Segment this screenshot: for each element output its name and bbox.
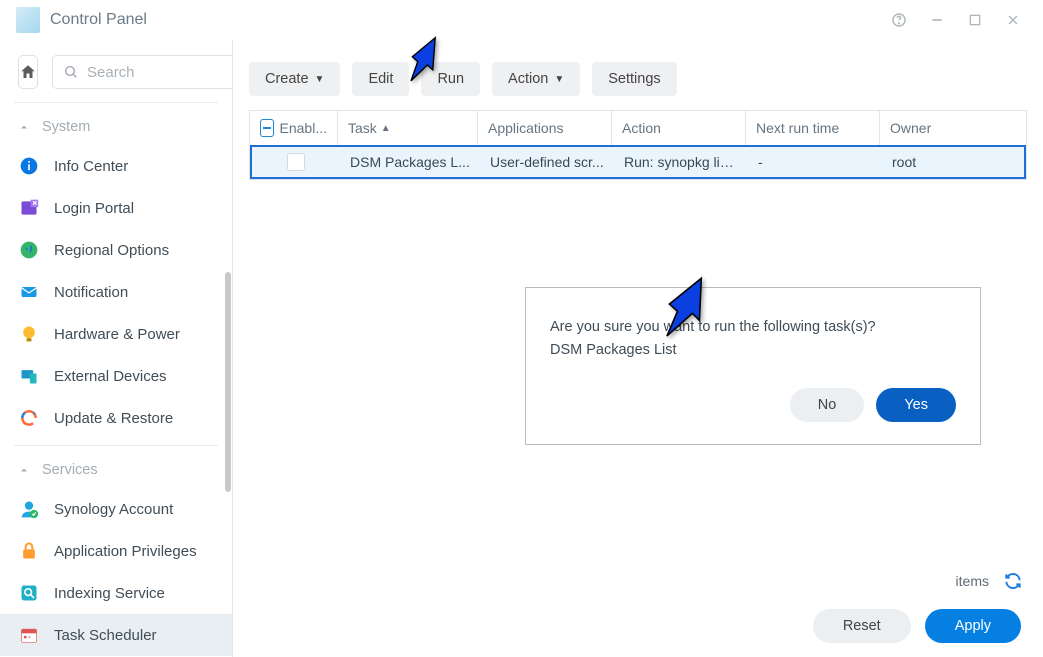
sidebar-item-task-scheduler[interactable]: Task Scheduler [0,614,232,656]
select-all-checkbox[interactable] [260,119,274,137]
action-button[interactable]: Action▼ [492,62,580,96]
chevron-down-icon: ▼ [315,74,325,85]
chevron-down-icon: ▼ [554,74,564,85]
run-button[interactable]: Run [421,62,480,96]
settings-button[interactable]: Settings [592,62,676,96]
item-count: items [956,571,1023,591]
edit-button[interactable]: Edit [352,62,409,96]
indexing-icon [18,582,40,604]
bulb-icon [18,323,40,345]
home-button[interactable] [18,55,38,89]
table-header: Enabl... Task▲ Applications Action Next … [250,111,1026,145]
dialog-message: Are you sure you want to run the followi… [550,316,956,339]
toolbar: Create▼ Edit Run Action▼ Settings [233,40,1043,110]
column-action[interactable]: Action [612,111,746,145]
sidebar-scrollbar[interactable] [225,272,231,492]
sidebar-item-indexing-service[interactable]: Indexing Service [0,572,232,614]
table-row[interactable]: DSM Packages L... User-defined scr... Ru… [250,145,1026,179]
group-services-header[interactable]: Services [0,452,232,488]
refresh-button[interactable] [1003,571,1023,591]
cell-action: Run: synopkg lis... [614,154,748,170]
sidebar-item-regional-options[interactable]: Regional Options [0,229,232,271]
sort-asc-icon: ▲ [381,123,391,134]
task-table: Enabl... Task▲ Applications Action Next … [249,110,1027,180]
sidebar-item-info-center[interactable]: Info Center [0,145,232,187]
reset-button[interactable]: Reset [813,609,911,643]
confirm-dialog: Are you sure you want to run the followi… [525,287,981,445]
app-icon [16,7,40,33]
titlebar: Control Panel [0,0,1043,40]
maximize-button[interactable] [961,6,989,34]
create-button[interactable]: Create▼ [249,62,340,96]
minimize-button[interactable] [923,6,951,34]
search-input[interactable] [52,55,233,89]
sidebar: System Info Center Login Portal Regional… [0,40,233,657]
sidebar-item-external-devices[interactable]: External Devices [0,355,232,397]
dialog-yes-button[interactable]: Yes [876,388,956,422]
close-button[interactable] [999,6,1027,34]
column-next-run-time[interactable]: Next run time [746,111,880,145]
dialog-task-name: DSM Packages List [550,339,956,362]
cell-owner: root [882,154,1024,170]
apply-button[interactable]: Apply [925,609,1021,643]
notification-icon [18,281,40,303]
content-area: Create▼ Edit Run Action▼ Settings Enabl.… [233,40,1043,657]
column-owner[interactable]: Owner [880,111,1026,145]
help-button[interactable] [885,6,913,34]
group-system-header[interactable]: System [0,109,232,145]
sidebar-item-hardware-power[interactable]: Hardware & Power [0,313,232,355]
sidebar-item-application-privileges[interactable]: Application Privileges [0,530,232,572]
info-icon [18,155,40,177]
column-task[interactable]: Task▲ [338,111,478,145]
chevron-up-icon [18,121,30,133]
window-title: Control Panel [50,11,147,29]
sidebar-item-notification[interactable]: Notification [0,271,232,313]
globe-icon [18,239,40,261]
column-enabled[interactable]: Enabl... [250,111,338,145]
devices-icon [18,365,40,387]
sidebar-item-update-restore[interactable]: Update & Restore [0,397,232,439]
calendar-icon [18,624,40,646]
update-icon [18,407,40,429]
dialog-no-button[interactable]: No [790,388,865,422]
lock-icon [18,540,40,562]
login-portal-icon [18,197,40,219]
chevron-up-icon [18,464,30,476]
cell-next-run: - [748,154,882,170]
cell-task: DSM Packages L... [340,154,480,170]
sidebar-item-synology-account[interactable]: Synology Account [0,488,232,530]
sidebar-item-login-portal[interactable]: Login Portal [0,187,232,229]
account-icon [18,498,40,520]
cell-applications: User-defined scr... [480,154,614,170]
column-applications[interactable]: Applications [478,111,612,145]
search-icon [63,64,79,80]
row-checkbox[interactable] [287,153,305,171]
